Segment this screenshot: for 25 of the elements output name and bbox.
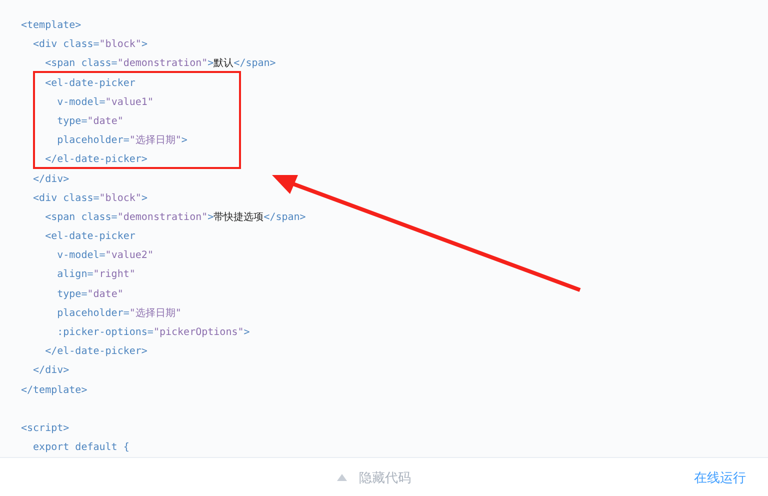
code-line: align="right" <box>56 268 136 282</box>
code-line: placeholder="选择日期" <box>56 306 182 321</box>
run-online-link[interactable]: 在线运行 <box>694 468 746 486</box>
code-line: placeholder="选择日期"> <box>56 134 188 148</box>
code-line: </template> <box>21 384 88 398</box>
code-line: v-model="value2" <box>56 249 154 264</box>
code-line: export default { <box>32 441 130 456</box>
code-line: type="date" <box>56 288 124 302</box>
code-line: </div> <box>32 364 70 378</box>
code-line: <span class="demonstration">带快捷选项</span> <box>44 210 306 225</box>
code-line: <template> <box>21 19 82 33</box>
code-line: <el-date-picker <box>44 230 136 244</box>
code-line: <script> <box>21 422 70 436</box>
code-line: <div class="block"> <box>32 38 148 52</box>
code-line: v-model="value1" <box>56 96 154 110</box>
code-line: </el-date-picker> <box>44 153 148 168</box>
triangle-up-icon <box>337 474 347 481</box>
code-line: <el-date-picker <box>44 76 136 91</box>
code-line: <div class="block"> <box>32 192 148 206</box>
hide-code-button[interactable]: 隐藏代码 <box>333 464 415 490</box>
code-line: </el-date-picker> <box>44 345 148 360</box>
code-line: </div> <box>32 172 70 186</box>
code-line: type="date" <box>56 114 124 129</box>
code-line: <span class="demonstration">默认</span> <box>44 57 276 72</box>
code-line: :picker-options="pickerOptions"> <box>56 326 250 340</box>
